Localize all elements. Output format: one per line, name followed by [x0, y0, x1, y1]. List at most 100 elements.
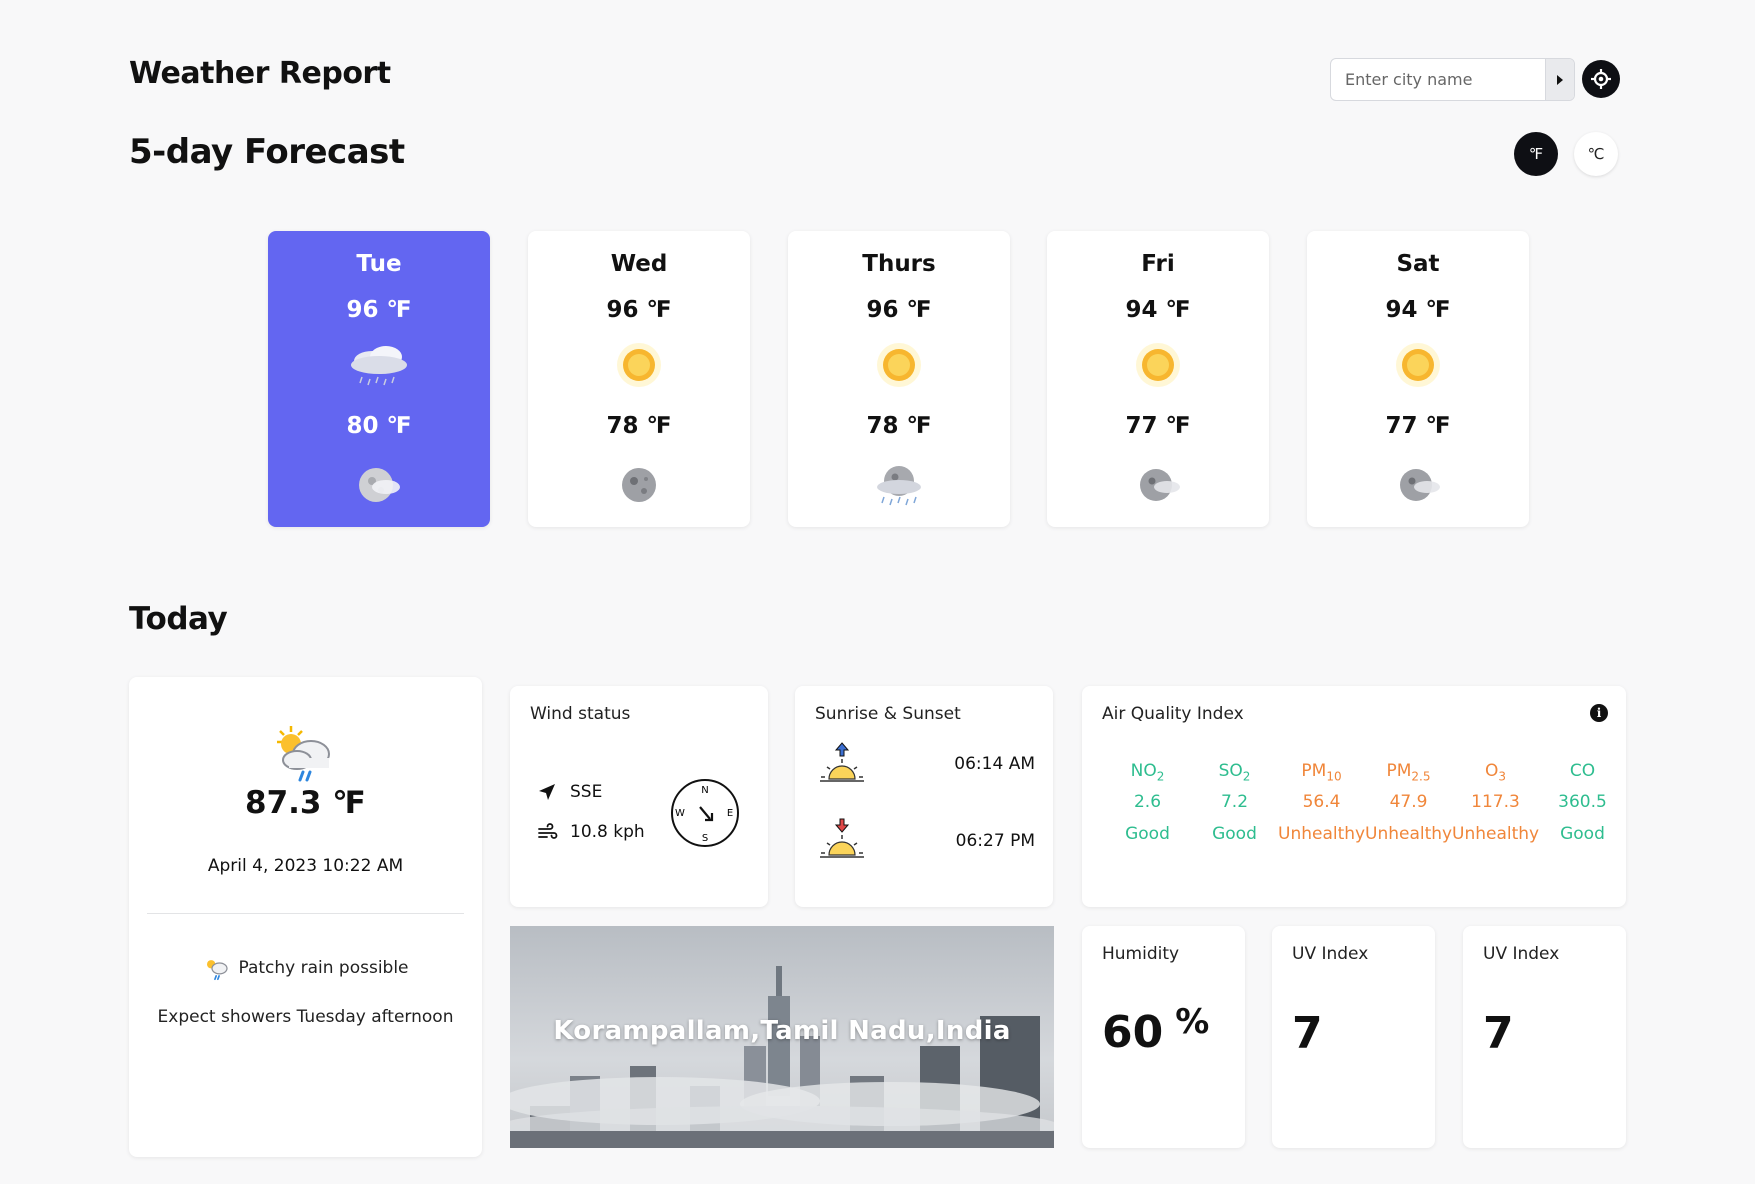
sunrise-sunset-card: Sunrise & Sunset 06:14 AM 06:27 PM	[795, 686, 1053, 907]
wind-direction: SSE	[538, 782, 602, 802]
wind-speed-value: 10.8 kph	[570, 822, 645, 842]
forecast-night-min: 78 ℉	[606, 413, 672, 439]
humidity-value: 60%	[1102, 1002, 1210, 1058]
aqi-item: NO2 2.6 Good	[1104, 756, 1191, 850]
compass-icon: N E S W	[671, 779, 739, 847]
aqi-item: PM10 56.4 Unhealthy	[1278, 756, 1365, 850]
aqi-pollutant-name: O3	[1484, 761, 1507, 784]
current-condition: Patchy rain possible	[129, 955, 482, 981]
triangle-right-icon	[1557, 74, 1563, 85]
uv-index-label: UV Index	[1292, 944, 1369, 964]
moon-cloud-icon	[359, 468, 400, 502]
aqi-pollutant-name: PM10	[1301, 761, 1342, 784]
forecast-day-max: 96 ℉	[346, 297, 412, 323]
info-icon[interactable]: i	[1590, 704, 1608, 722]
location-name: Korampallam,Tamil Nadu,India	[553, 1016, 1011, 1046]
wind-direction-value: SSE	[570, 782, 603, 802]
current-forecast-note: Expect showers Tuesday afternoon	[157, 1007, 454, 1027]
app-title: Weather Report	[129, 56, 391, 91]
aqi-value: 56.4	[1302, 792, 1341, 812]
aqi-item: PM2.5 47.9 Unhealthy	[1365, 756, 1452, 850]
aqi-status: Good	[1560, 824, 1605, 844]
air-quality-card: Air Quality Index i NO2 2.6 Good SO2 7.2…	[1082, 686, 1626, 907]
compass-s: S	[702, 833, 708, 844]
sun-icon	[1396, 343, 1440, 387]
moon-rain-icon	[877, 466, 921, 506]
aqi-pollutant-name: NO2	[1130, 761, 1165, 784]
air-quality-grid: NO2 2.6 Good SO2 7.2 Good PM10 56.4 Unhe…	[1125, 756, 1626, 850]
aqi-pollutant-name: PM2.5	[1386, 761, 1431, 784]
aqi-item: SO2 7.2 Good	[1191, 756, 1278, 850]
city-search-input[interactable]	[1331, 59, 1545, 100]
fahrenheit-toggle[interactable]: ℉	[1514, 132, 1558, 176]
aqi-pollutant-name: CO	[1569, 761, 1596, 781]
uv-index-card: UV Index 7	[1272, 926, 1435, 1148]
forecast-day-name: Thurs	[862, 251, 936, 277]
current-location-button[interactable]	[1582, 60, 1620, 98]
compass-n: N	[701, 785, 708, 796]
forecast-night-min: 78 ℉	[866, 413, 932, 439]
crosshair-icon	[1591, 69, 1611, 89]
current-weather-card: 87.3 ℉ April 4, 2023 10:22 AM Patchy rai…	[129, 677, 482, 1157]
city-search	[1330, 58, 1575, 101]
forecast-night-min: 77 ℉	[1385, 413, 1451, 439]
city-image-card: Korampallam,Tamil Nadu,India	[510, 926, 1054, 1148]
aqi-status: Unhealthy	[1452, 824, 1540, 844]
humidity-card: Humidity 60%	[1082, 926, 1245, 1148]
divider	[147, 913, 464, 914]
forecast-day-name: Fri	[1141, 251, 1175, 277]
compass-w: W	[675, 808, 685, 819]
forecast-day-max: 94 ℉	[1385, 297, 1451, 323]
sun-cloud-rain-icon	[207, 960, 229, 981]
today-title: Today	[129, 601, 228, 637]
current-temperature: 87.3 ℉	[245, 785, 366, 821]
celsius-toggle[interactable]: ℃	[1574, 132, 1618, 176]
sun-icon	[617, 343, 661, 387]
sun-icon	[1136, 343, 1180, 387]
forecast-day-max: 94 ℉	[1125, 297, 1191, 323]
sunset-icon	[820, 818, 864, 858]
current-condition-text: Patchy rain possible	[238, 958, 409, 978]
moon-cloud-icon	[1140, 469, 1180, 501]
aqi-value: 7.2	[1220, 792, 1249, 812]
aqi-status: Unhealthy	[1365, 824, 1453, 844]
wind-status-card: Wind status SSE 10.8 kph N E S W	[510, 686, 768, 907]
search-submit-button[interactable]	[1545, 59, 1574, 100]
wind-icon	[538, 823, 558, 839]
wind-status-label: Wind status	[530, 704, 631, 724]
forecast-title: 5-day Forecast	[129, 132, 405, 172]
humidity-label: Humidity	[1102, 944, 1180, 964]
uv-index-value: 7	[1483, 1008, 1514, 1059]
forecast-night-min: 80 ℉	[346, 413, 412, 439]
current-datetime: April 4, 2023 10:22 AM	[207, 856, 404, 876]
aqi-status: Unhealthy	[1278, 824, 1366, 844]
moon-cloud-icon	[1400, 469, 1440, 501]
sunrise-time: 06:14 AM	[954, 754, 1035, 774]
aqi-pollutant-name: SO2	[1218, 761, 1251, 784]
aqi-value: 47.9	[1389, 792, 1428, 812]
aqi-value: 117.3	[1471, 792, 1520, 812]
forecast-day-max: 96 ℉	[866, 297, 932, 323]
forecast-day-name: Wed	[610, 251, 668, 277]
forecast-day-name: Sat	[1396, 251, 1440, 277]
sunset-time: 06:27 PM	[955, 831, 1035, 851]
sunrise-sunset-label: Sunrise & Sunset	[815, 704, 961, 724]
aqi-status: Good	[1125, 824, 1170, 844]
cloud-rain-icon	[351, 346, 407, 386]
aqi-item: O3 117.3 Unhealthy	[1452, 756, 1539, 850]
aqi-value: 2.6	[1133, 792, 1162, 812]
humidity-unit: %	[1175, 1002, 1210, 1042]
uv-index-card: UV Index 7	[1463, 926, 1626, 1148]
uv-index-label: UV Index	[1483, 944, 1560, 964]
forecast-day-card[interactable]: Thurs 96 ℉ 78 ℉	[788, 231, 1010, 527]
air-quality-label: Air Quality Index	[1102, 704, 1244, 724]
forecast-day-card[interactable]: Wed 96 ℉ 78 ℉	[528, 231, 750, 527]
forecast-day-card[interactable]: Fri 94 ℉ 77 ℉	[1047, 231, 1269, 527]
forecast-day-card[interactable]: Sat 94 ℉ 77 ℉	[1307, 231, 1529, 527]
sun-cloud-rain-icon	[277, 726, 330, 782]
forecast-day-name: Tue	[356, 251, 402, 277]
forecast-day-card[interactable]: Tue 96 ℉ 80 ℉	[268, 231, 490, 527]
moon-icon	[622, 468, 656, 502]
wind-speed: 10.8 kph	[538, 822, 645, 842]
sunrise-icon	[820, 742, 864, 782]
